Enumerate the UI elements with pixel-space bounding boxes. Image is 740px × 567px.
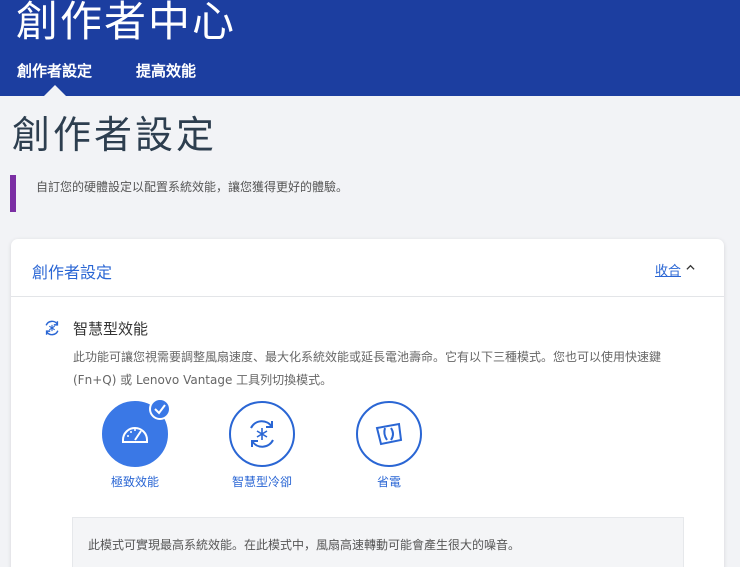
leaf-icon [375, 422, 403, 446]
creator-settings-card: 創作者設定 收合 智慧型效能 此功能可讓您視需要調整風扇速度、最大化系統效能或延… [11, 239, 724, 567]
mode-circle [356, 401, 422, 467]
smart-performance-icon [45, 320, 59, 336]
snowflake-cycle-icon [250, 420, 274, 448]
top-banner: 創作者中心 創作者設定 提高效能 [0, 0, 740, 96]
chevron-up-icon[interactable] [686, 263, 695, 272]
mode-label: 極致效能 [110, 475, 159, 489]
selected-check-icon [149, 398, 171, 420]
mode-circle [102, 398, 171, 467]
card-header: 創作者設定 收合 [11, 239, 724, 297]
mode-circle [229, 401, 295, 467]
app-title: 創作者中心 [16, 0, 237, 46]
mode-label: 省電 [376, 475, 401, 489]
mode-battery-saving[interactable]: 省電 [339, 401, 439, 490]
mode-info-text: 此模式可實現最高系統效能。在此模式中，風扇高速轉動可能會產生很大的噪音。 [88, 538, 521, 552]
description-accent-bar [10, 175, 16, 212]
section-description: 此功能可讓您視需要調整風扇速度、最大化系統效能或延長電池壽命。它有以下三種模式。… [73, 350, 662, 387]
tab-boost-performance[interactable]: 提高效能 [136, 60, 196, 81]
active-tab-indicator [44, 85, 66, 96]
card-title: 創作者設定 [32, 263, 113, 282]
page-description: 自訂您的硬體設定以配置系統效能，讓您獲得更好的體驗。 [36, 180, 349, 194]
mode-info-box: 此模式可實現最高系統效能。在此模式中，風扇高速轉動可能會產生很大的噪音。 [72, 517, 684, 567]
section-title: 智慧型效能 [73, 320, 149, 338]
mode-label: 智慧型冷卻 [231, 475, 292, 489]
mode-intelligent-cooling[interactable]: 智慧型冷卻 [212, 401, 312, 490]
collapse-link[interactable]: 收合 [655, 260, 681, 279]
tab-creator-settings[interactable]: 創作者設定 [17, 60, 92, 81]
mode-extreme-performance[interactable]: 極致效能 [85, 398, 185, 490]
page-title: 創作者設定 [12, 113, 218, 157]
speedometer-icon [122, 427, 148, 443]
